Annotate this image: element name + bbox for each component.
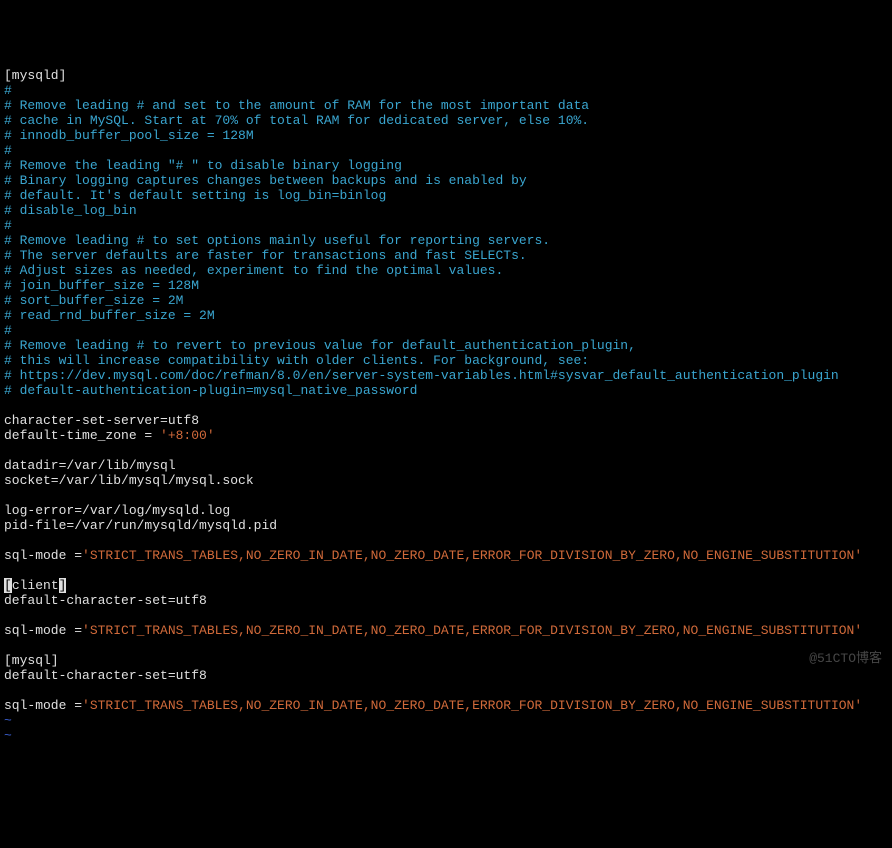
setting-client-charset: default-character-set=utf8 — [4, 593, 207, 608]
setting-sqlmode-val: 'STRICT_TRANS_TABLES,NO_ZERO_IN_DATE,NO_… — [82, 548, 862, 563]
comment-line: # default-authentication-plugin=mysql_na… — [4, 383, 417, 398]
setting-client-sqlmode-key: sql-mode = — [4, 623, 82, 638]
setting-mysql-sqlmode-val: 'STRICT_TRANS_TABLES,NO_ZERO_IN_DATE,NO_… — [82, 698, 862, 713]
comment-line: # — [4, 218, 12, 233]
section-mysqld-header: [mysqld] — [4, 68, 66, 83]
comment-line: # cache in MySQL. Start at 70% of total … — [4, 113, 589, 128]
setting-charset: character-set-server=utf8 — [4, 413, 199, 428]
comment-line: # Remove leading # to revert to previous… — [4, 338, 636, 353]
vim-tilde: ~ ~ — [4, 713, 12, 743]
cursor-bracket-open: [ — [4, 578, 12, 593]
comment-line: # join_buffer_size = 128M — [4, 278, 199, 293]
setting-datadir: datadir=/var/lib/mysql — [4, 458, 176, 473]
comment-line: # read_rnd_buffer_size = 2M — [4, 308, 215, 323]
comment-line: # Adjust sizes as needed, experiment to … — [4, 263, 503, 278]
comment-line: # Remove the leading "# " to disable bin… — [4, 158, 402, 173]
comment-line: # this will increase compatibility with … — [4, 353, 589, 368]
setting-pidfile: pid-file=/var/run/mysqld/mysqld.pid — [4, 518, 277, 533]
section-client-name: client — [12, 578, 59, 593]
setting-mysql-sqlmode-key: sql-mode = — [4, 698, 82, 713]
comment-line: # Remove leading # and set to the amount… — [4, 98, 589, 113]
comment-line: # Remove leading # to set options mainly… — [4, 233, 550, 248]
section-mysql-header: [mysql] — [4, 653, 59, 668]
comment-line: # default. It's default setting is log_b… — [4, 188, 386, 203]
setting-tz-val: '+8:00' — [160, 428, 215, 443]
comment-line: # sort_buffer_size = 2M — [4, 293, 183, 308]
comment-line: # innodb_buffer_pool_size = 128M — [4, 128, 254, 143]
comment-line: # — [4, 83, 12, 98]
cursor-bracket-close: ] — [59, 578, 67, 593]
setting-mysql-charset: default-character-set=utf8 — [4, 668, 207, 683]
comment-line: # Binary logging captures changes betwee… — [4, 173, 527, 188]
watermark: @51CTO博客 — [809, 651, 882, 666]
comment-line: # https://dev.mysql.com/doc/refman/8.0/e… — [4, 368, 839, 383]
comment-line: # — [4, 323, 12, 338]
editor-viewport[interactable]: [mysqld] # # Remove leading # and set to… — [4, 68, 888, 743]
setting-tz-key: default-time_zone = — [4, 428, 160, 443]
setting-sqlmode-key: sql-mode = — [4, 548, 82, 563]
comment-line: # disable_log_bin — [4, 203, 137, 218]
comment-line: # The server defaults are faster for tra… — [4, 248, 527, 263]
setting-socket: socket=/var/lib/mysql/mysql.sock — [4, 473, 254, 488]
comment-line: # — [4, 143, 12, 158]
setting-client-sqlmode-val: 'STRICT_TRANS_TABLES,NO_ZERO_IN_DATE,NO_… — [82, 623, 862, 638]
setting-logerror: log-error=/var/log/mysqld.log — [4, 503, 230, 518]
